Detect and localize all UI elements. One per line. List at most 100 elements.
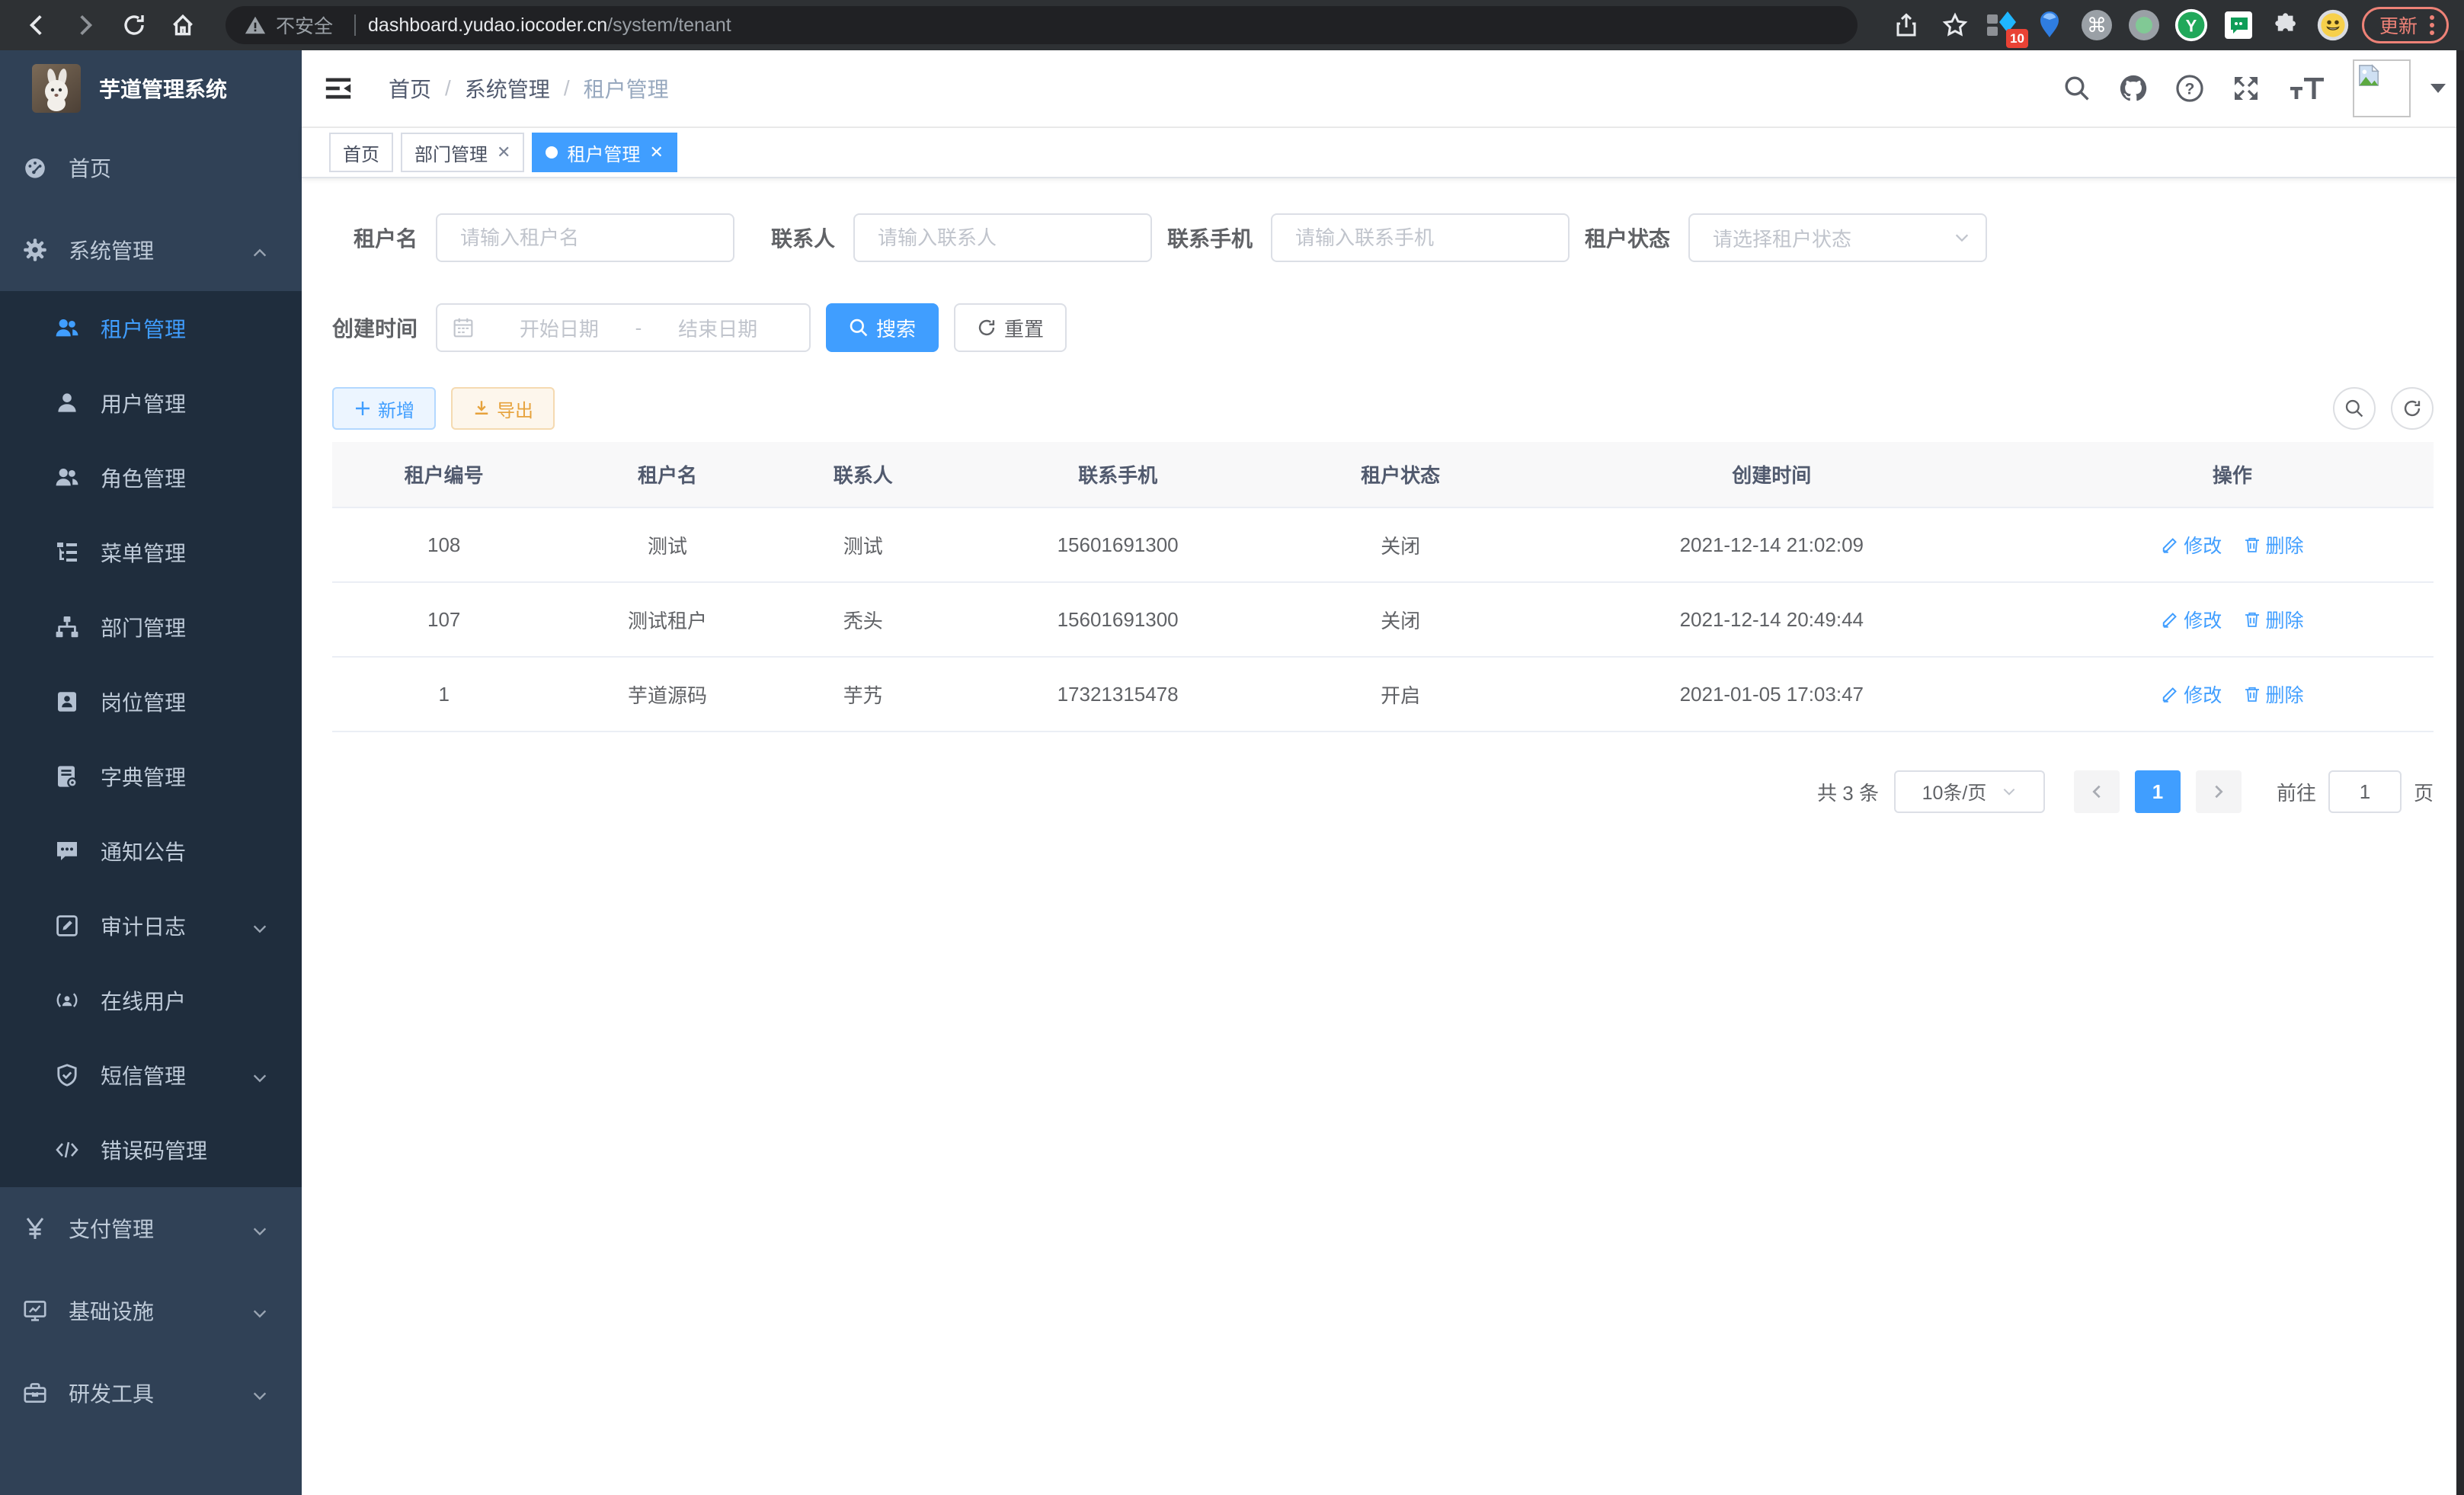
toggle-search-button[interactable] — [2333, 387, 2376, 430]
search-button[interactable]: 搜索 — [826, 303, 939, 352]
export-button[interactable]: 导出 — [451, 387, 555, 430]
reset-label: 重置 — [1004, 314, 1044, 342]
extensions-puzzle-icon[interactable] — [2269, 8, 2302, 42]
address-bar[interactable]: 不安全 dashboard.yudao.iocoder.cn/system/te… — [226, 6, 1858, 44]
update-label: 更新 — [2379, 11, 2418, 39]
logo[interactable]: 芋道管理系统 — [0, 50, 302, 126]
sidebar-item-role[interactable]: 角色管理 — [0, 440, 302, 515]
sidebar-item-home[interactable]: 首页 — [0, 126, 302, 209]
sidebar-item-post[interactable]: 岗位管理 — [0, 664, 302, 739]
sidebar-item-sms[interactable]: 短信管理 — [0, 1038, 302, 1112]
extension-balloon-icon[interactable] — [2033, 8, 2066, 42]
tab-tenant[interactable]: 租户管理 ✕ — [532, 133, 677, 172]
add-label: 新增 — [378, 395, 414, 422]
github-icon[interactable] — [2118, 73, 2149, 104]
breadcrumb-section[interactable]: 系统管理 — [465, 73, 550, 104]
sidebar-item-infra[interactable]: 基础设施 — [0, 1269, 302, 1352]
sidebar-item-pay[interactable]: 支付管理 — [0, 1187, 302, 1269]
sidebar-item-dict[interactable]: 字典管理 — [0, 739, 302, 814]
back-button[interactable] — [17, 5, 56, 45]
sidebar-item-label: 租户管理 — [101, 313, 186, 344]
sidebar-item-audit-log[interactable]: 审计日志 — [0, 888, 302, 963]
yuan-icon — [23, 1216, 47, 1240]
header-search-icon[interactable] — [2062, 73, 2092, 104]
url-divider — [354, 14, 356, 36]
sidebar-item-label: 短信管理 — [101, 1060, 186, 1090]
delete-link[interactable]: 删除 — [2243, 531, 2304, 559]
help-icon[interactable]: ? — [2174, 73, 2205, 104]
cell-status: 关闭 — [1288, 582, 1512, 657]
delete-link[interactable]: 删除 — [2243, 606, 2304, 633]
extension-green-dot-icon[interactable] — [2127, 8, 2161, 42]
browser-menu-icon[interactable] — [2424, 15, 2440, 35]
trash-icon — [2243, 536, 2261, 554]
contact-input[interactable] — [853, 213, 1152, 262]
sidebar-item-label: 菜单管理 — [101, 537, 186, 568]
sidebar-item-label: 字典管理 — [101, 761, 186, 792]
sidebar-item-label: 首页 — [69, 152, 111, 183]
edit-link[interactable]: 修改 — [2161, 531, 2222, 559]
profile-avatar-icon[interactable] — [2316, 8, 2350, 42]
fullscreen-icon[interactable] — [2231, 73, 2261, 104]
tab-close-icon[interactable]: ✕ — [497, 142, 510, 162]
trash-icon — [2243, 685, 2261, 703]
tree-list-icon — [55, 540, 79, 565]
tab-label: 首页 — [343, 139, 379, 166]
edit-icon — [2161, 610, 2179, 629]
sidebar-item-tenant[interactable]: 租户管理 — [0, 291, 302, 366]
delete-link[interactable]: 删除 — [2243, 680, 2304, 708]
sidebar-item-dept[interactable]: 部门管理 — [0, 590, 302, 664]
edit-link[interactable]: 修改 — [2161, 680, 2222, 708]
home-button[interactable] — [163, 5, 203, 45]
extension-chat-icon[interactable] — [2222, 8, 2255, 42]
phone-input[interactable] — [1271, 213, 1570, 262]
user-avatar[interactable] — [2353, 59, 2411, 117]
sidebar-item-menu[interactable]: 菜单管理 — [0, 515, 302, 590]
cell-contact: 秃头 — [779, 582, 947, 657]
col-contact: 联系人 — [779, 442, 947, 507]
forward-button[interactable] — [66, 5, 105, 45]
browser-update-button[interactable]: 更新 — [2362, 7, 2449, 43]
current-page[interactable]: 1 — [2135, 770, 2181, 813]
prev-page-button[interactable] — [2074, 770, 2120, 813]
tab-home[interactable]: 首页 — [329, 133, 393, 172]
page-size-select[interactable]: 10条/页 — [1894, 770, 2045, 813]
reload-button[interactable] — [114, 5, 154, 45]
share-icon[interactable] — [1886, 5, 1926, 45]
svg-text:Y: Y — [2186, 16, 2197, 35]
people-icon — [55, 316, 79, 341]
refresh-table-button[interactable] — [2391, 387, 2434, 430]
font-size-icon[interactable] — [2287, 73, 2327, 104]
next-page-button[interactable] — [2196, 770, 2242, 813]
extension-command-icon[interactable]: ⌘ — [2080, 8, 2114, 42]
avatar-dropdown-caret[interactable] — [2430, 84, 2446, 93]
sidebar-item-devtools[interactable]: 研发工具 — [0, 1352, 302, 1434]
bookmark-star-icon[interactable] — [1935, 5, 1975, 45]
extension-diamond-icon[interactable]: 10 — [1986, 8, 2019, 42]
security-label: 不安全 — [276, 11, 333, 39]
sidebar-item-notice[interactable]: 通知公告 — [0, 814, 302, 888]
sidebar-item-system[interactable]: 系统管理 — [0, 209, 302, 291]
sidebar-item-label: 系统管理 — [69, 235, 154, 265]
edit-link[interactable]: 修改 — [2161, 606, 2222, 633]
tab-label: 租户管理 — [567, 139, 640, 166]
goto-label: 前往 — [2277, 778, 2316, 806]
reset-button[interactable]: 重置 — [954, 303, 1067, 352]
sidebar-item-online-users[interactable]: 在线用户 — [0, 963, 302, 1038]
extension-y-icon[interactable]: Y — [2174, 8, 2208, 42]
add-button[interactable]: 新增 — [332, 387, 436, 430]
breadcrumb-home[interactable]: 首页 — [389, 73, 431, 104]
warning-icon — [244, 14, 267, 37]
tab-dept[interactable]: 部门管理✕ — [401, 133, 524, 172]
sidebar-item-label: 错误码管理 — [101, 1135, 207, 1165]
sidebar-toggle-icon[interactable] — [325, 75, 352, 102]
window-edge — [2456, 50, 2464, 1495]
goto-page-input[interactable] — [2328, 770, 2402, 813]
sidebar-item-error-code[interactable]: 错误码管理 — [0, 1112, 302, 1187]
status-select[interactable]: 请选择租户状态 — [1688, 213, 1987, 262]
tenant-name-input[interactable] — [436, 213, 734, 262]
sidebar-item-user[interactable]: 用户管理 — [0, 366, 302, 440]
date-range-picker[interactable]: 开始日期 - 结束日期 — [436, 303, 811, 352]
tab-close-icon[interactable]: ✕ — [649, 142, 663, 162]
cell-created: 2021-01-05 17:03:47 — [1512, 657, 2031, 731]
